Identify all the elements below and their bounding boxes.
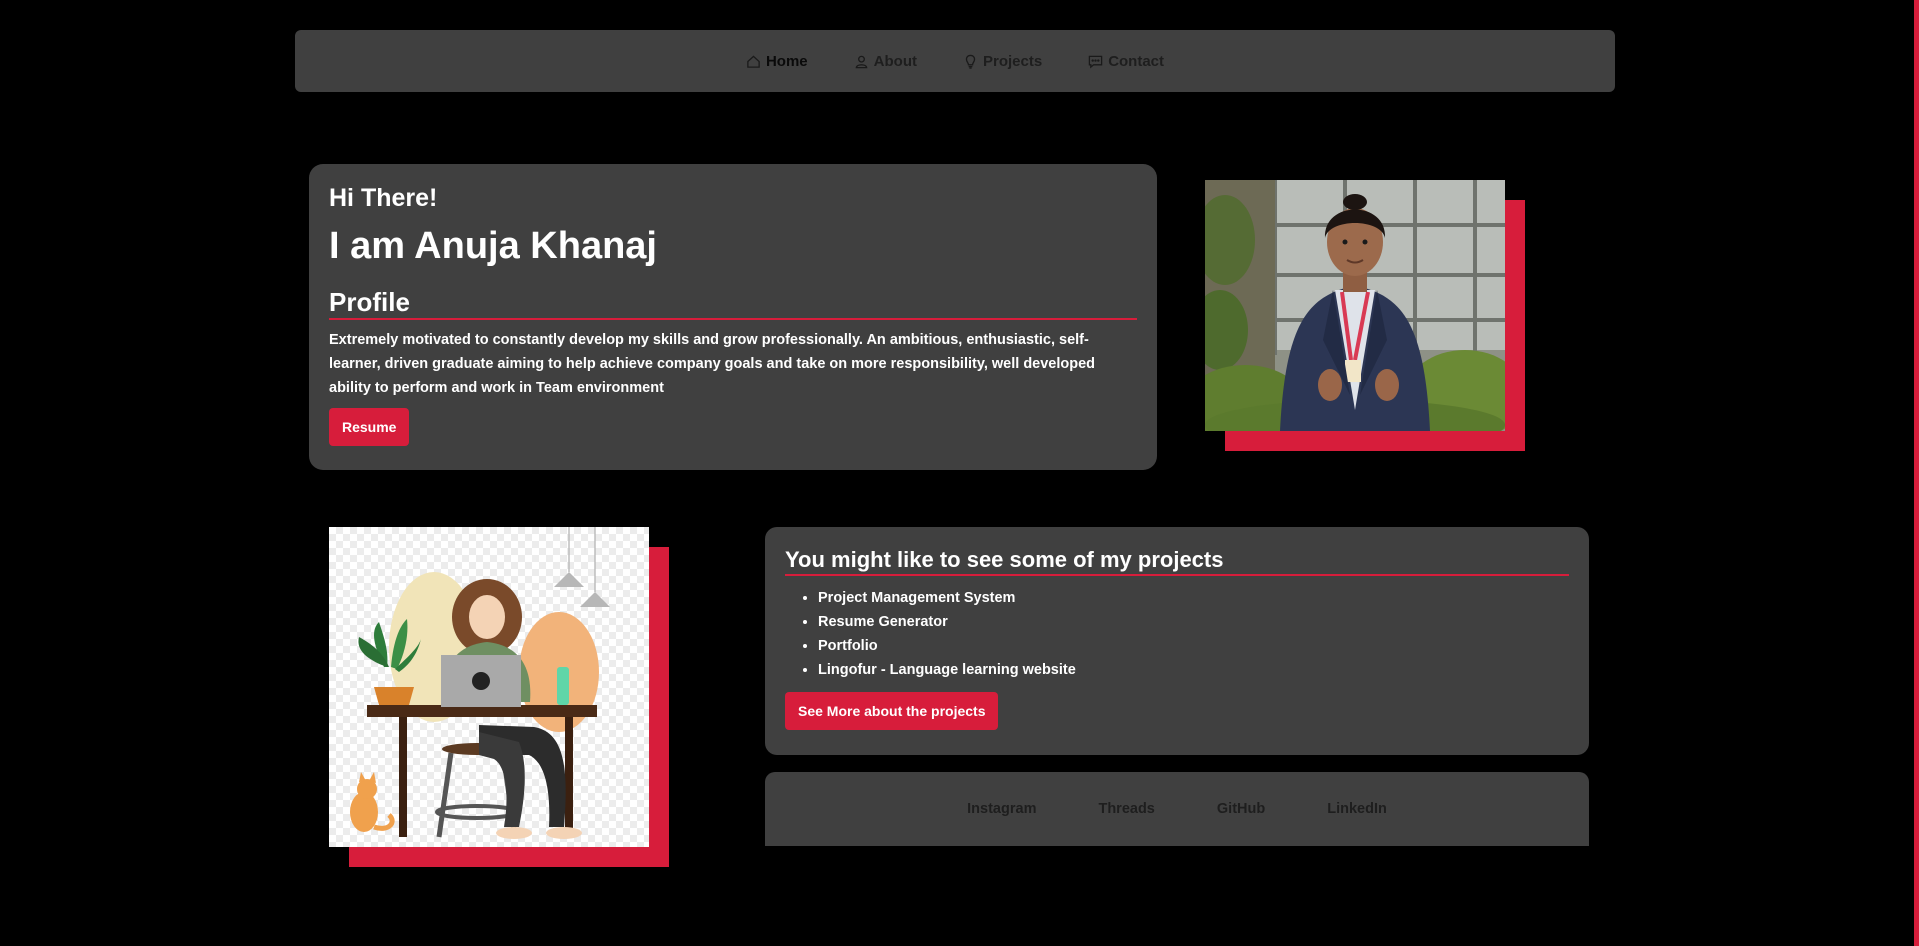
nav-item-label: Projects	[982, 52, 1043, 70]
see-more-projects-button[interactable]: See More about the projects	[785, 692, 999, 730]
lightbulb-icon	[965, 54, 976, 69]
list-item: Resume Generator	[818, 610, 1569, 634]
nav-item-contact[interactable]: Contact	[1088, 53, 1164, 70]
github-link[interactable]: GitHub	[1217, 801, 1265, 817]
profile-photo	[1205, 180, 1505, 431]
list-item: Portfolio	[818, 634, 1569, 658]
projects-heading: You might like to see some of my project…	[785, 549, 1569, 576]
nav-item-label: About	[873, 52, 917, 70]
user-icon	[855, 55, 868, 68]
resume-button[interactable]: Resume	[329, 408, 410, 446]
nav-item-projects[interactable]: Projects	[963, 53, 1042, 70]
projects-card: You might like to see some of my project…	[765, 527, 1589, 755]
chat-icon	[1088, 55, 1103, 69]
profile-description: Extremely motivated to constantly develo…	[329, 332, 1096, 396]
home-icon	[747, 54, 760, 68]
working-illustration	[329, 527, 649, 847]
nav-item-label: Home	[765, 52, 808, 70]
threads-link[interactable]: Threads	[1098, 801, 1154, 817]
social-links-bar: Instagram Threads GitHub LinkedIn	[765, 772, 1589, 846]
greeting-text: Hi There!	[329, 184, 438, 212]
nav-item-home[interactable]: Home	[746, 53, 808, 70]
projects-list: Project Management System Resume Generat…	[785, 586, 1569, 682]
nav-item-about[interactable]: About	[854, 53, 917, 70]
profile-heading: Profile	[329, 289, 1137, 320]
top-navbar: Home About Projects Contact	[295, 30, 1615, 92]
portfolio-page: Home About Projects Contact Hi There! I …	[0, 0, 1919, 946]
linkedin-link[interactable]: LinkedIn	[1327, 801, 1387, 817]
name-heading: I am Anuja Khanaj	[329, 225, 657, 267]
nav-item-label: Contact	[1108, 52, 1165, 70]
scrollbar-accent[interactable]	[1914, 0, 1919, 946]
list-item: Lingofur - Language learning website	[818, 658, 1569, 682]
intro-card: Hi There! I am Anuja Khanaj Profile Extr…	[309, 164, 1157, 470]
list-item: Project Management System	[818, 586, 1569, 610]
instagram-link[interactable]: Instagram	[967, 801, 1036, 817]
